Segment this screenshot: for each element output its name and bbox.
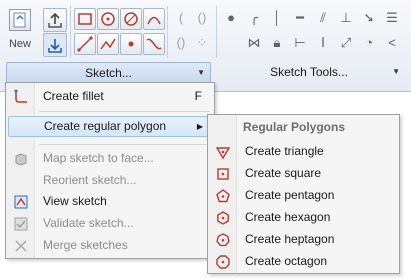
menu-item-create-triangle[interactable]: Create triangle [210,141,397,162]
menu-item-label: Create fillet [43,89,104,103]
map-sketch-icon [13,151,29,167]
menu-item-create-square[interactable]: Create square [210,163,397,184]
menu-item-label: Create regular polygon [44,119,167,133]
menu-item-label: Create pentagon [245,188,335,202]
chevron-down-icon: ▼ [392,67,400,76]
menu-item-label: Map sketch to face... [43,151,154,165]
vertical-icon[interactable]: │ [268,9,286,27]
chevron-right-icon: ▶ [196,122,203,131]
menu-item-reorient-sketch[interactable]: Reorient sketch... [8,170,212,191]
sketch-group-label: Sketch... [85,66,132,80]
menu-item-create-pentagon[interactable]: Create pentagon [210,185,397,206]
polyline-icon[interactable] [97,33,119,55]
square-icon [215,166,231,182]
menu-item-create-fillet[interactable]: Create fillet F [8,86,212,107]
menu-item-validate-sketch[interactable]: Validate sketch... [8,213,212,234]
construction-circle-icon[interactable]: () [193,9,211,27]
pentagon-icon [215,188,231,204]
menu-item-label: Create triangle [245,144,324,158]
separator [167,6,168,58]
sketch-tools-group-label: Sketch Tools... [270,65,348,79]
angle-icon[interactable]: < [383,34,401,52]
menu-separator [39,111,210,112]
export-sketch-icon[interactable] [43,8,67,32]
import-sketch-icon[interactable] [43,33,67,57]
sketch-group-button[interactable]: Sketch... ▼ [6,62,211,84]
point-icon[interactable] [120,33,142,55]
hexagon-icon [215,210,231,226]
ellipse-icon[interactable] [120,8,142,30]
construction-arc-icon[interactable]: ( [172,9,190,27]
ribbon-toolbar: New ( () () ⁘ ● ╭ │ ━ ⫽ ⊥ ➘ ☰ ⋈ 🔒︎ ⊢ Ⅰ ⤢… [0,0,411,92]
lock-icon[interactable]: 🔒︎ [268,34,286,52]
menu-item-create-heptagon[interactable]: Create heptagon [210,229,397,250]
menu-item-create-regular-polygon[interactable]: Create regular polygon ▶ [8,116,212,137]
perpendicular-icon[interactable]: ⊥ [337,9,355,27]
vertical-distance-icon[interactable]: Ⅰ [314,34,332,52]
validate-sketch-icon [13,216,29,232]
sketch-tools-group-button[interactable]: Sketch Tools... ▼ [213,62,405,82]
sketch-dropdown-menu: Create fillet F Create regular polygon ▶… [5,82,215,259]
new-label: New [8,38,31,50]
octagon-icon [215,254,231,270]
menu-item-map-sketch-to-face[interactable]: Map sketch to face... [8,148,212,169]
menu-item-view-sketch[interactable]: View sketch [8,191,212,212]
separator [216,6,217,58]
shortcut-label: F [194,89,202,103]
spline-icon[interactable] [143,33,165,55]
menu-item-label: Create octagon [245,254,328,268]
new-sketch-icon [9,9,31,31]
menu-item-label: Reorient sketch... [43,173,137,187]
menu-item-label: Validate sketch... [43,216,134,230]
coincident-icon[interactable]: ● [222,9,240,27]
rectangle-icon[interactable] [74,8,96,30]
menu-item-label: View sketch [43,194,107,208]
construction-grid-icon[interactable]: ⁘ [193,34,211,52]
menu-separator [39,144,210,145]
line-icon[interactable] [74,33,96,55]
chevron-down-icon: ▼ [197,68,205,77]
view-sketch-icon [13,194,29,210]
horizontal-distance-icon[interactable]: ⊢ [291,34,309,52]
menu-item-label: Merge sketches [43,238,128,252]
construction-ellipse-icon[interactable]: () [172,34,190,52]
distance-icon[interactable]: ⤢ [337,34,355,52]
new-sketch-button[interactable]: New [5,6,35,54]
merge-sketches-icon [13,238,29,254]
regular-polygons-submenu: Regular Polygons Create triangle Create … [207,114,400,274]
horizontal-icon[interactable]: ━ [291,9,309,27]
separator [70,6,71,58]
menu-item-label: Create heptagon [245,232,335,246]
triangle-icon [215,144,231,160]
tangent-icon[interactable]: ➘ [360,9,378,27]
radius-icon[interactable]: ◔ [360,34,378,52]
symmetric-icon[interactable]: ⋈ [245,34,263,52]
menu-item-create-hexagon[interactable]: Create hexagon [210,207,397,228]
arc-icon[interactable] [143,8,165,30]
menu-item-merge-sketches[interactable]: Merge sketches [8,235,212,256]
submenu-header: Regular Polygons [243,120,346,134]
fillet-icon [13,89,29,105]
fillet-tool-icon[interactable]: ╭ [245,9,263,27]
parallel-icon[interactable]: ⫽ [314,9,332,27]
menu-item-create-octagon[interactable]: Create octagon [210,251,397,272]
equal-icon[interactable]: ☰ [383,9,401,27]
menu-item-label: Create hexagon [245,210,331,224]
heptagon-icon [215,232,231,248]
menu-item-label: Create square [245,166,322,180]
circle-icon[interactable] [97,8,119,30]
